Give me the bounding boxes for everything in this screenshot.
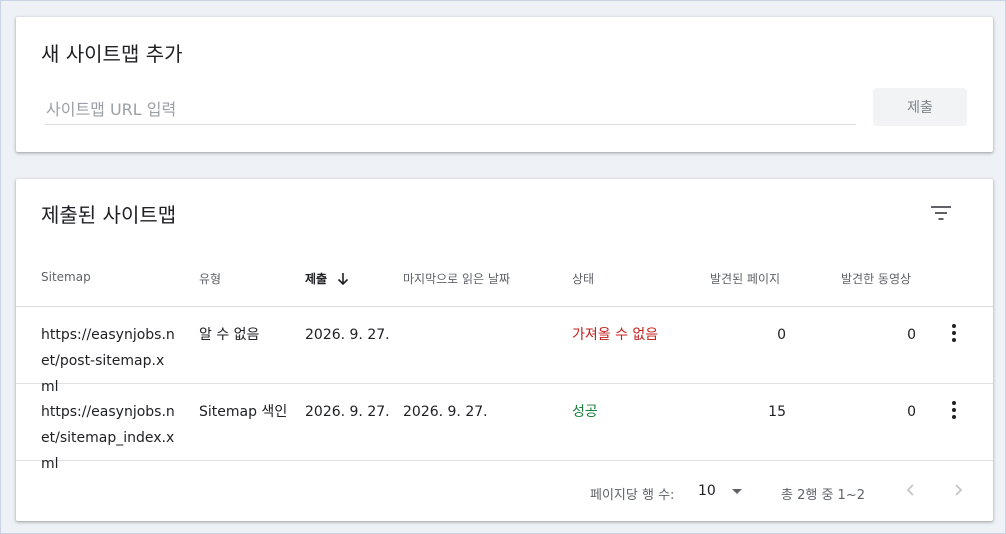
cell-type: 알 수 없음 (199, 327, 260, 343)
arrow-down-icon (337, 272, 349, 289)
submitted-sitemaps-card: 제출된 사이트맵 Sitemap 유형 제출 마지막으로 읽은 날짜 상태 발견… (16, 179, 993, 521)
pagination-range: 총 2행 중 1~2 (781, 488, 865, 503)
column-header-submitted-label: 제출 (305, 272, 328, 286)
cell-submitted: 2026. 9. 27. (305, 404, 390, 420)
submit-button[interactable]: 제출 (873, 88, 967, 126)
filter-button[interactable] (927, 199, 955, 227)
column-header-status[interactable]: 상태 (572, 270, 594, 287)
column-header-sitemap[interactable]: Sitemap (41, 270, 91, 284)
pagination: 페이지당 행 수: 10 총 2행 중 1~2 (16, 461, 993, 521)
column-header-discovered-videos[interactable]: 발견한 동영상 (841, 270, 911, 287)
rows-per-page-value: 10 (698, 483, 716, 499)
dropdown-arrow-icon (731, 488, 742, 494)
table-row[interactable]: https://easynjobs.net/sitemap_index.xml … (16, 384, 993, 472)
cell-discovered-pages: 0 (777, 327, 786, 343)
sitemaps-table: Sitemap 유형 제출 마지막으로 읽은 날짜 상태 발견된 페이지 발견한… (16, 251, 993, 521)
cell-status: 가져올 수 없음 (572, 327, 659, 343)
cell-last-read: 2026. 9. 27. (403, 404, 488, 420)
submitted-sitemaps-title: 제출된 사이트맵 (41, 203, 177, 227)
more-vert-icon (952, 401, 956, 419)
column-header-last-read[interactable]: 마지막으로 읽은 날짜 (403, 270, 510, 287)
chevron-right-icon (955, 484, 963, 496)
add-sitemap-title: 새 사이트맵 추가 (41, 42, 183, 66)
cell-discovered-videos: 0 (907, 404, 916, 420)
cell-type: Sitemap 색인 (199, 404, 288, 420)
chevron-left-icon (906, 484, 914, 496)
cell-submitted: 2026. 9. 27. (305, 327, 390, 343)
sitemap-url-input[interactable] (45, 99, 856, 125)
column-header-type[interactable]: 유형 (199, 270, 221, 287)
more-vert-icon (952, 324, 956, 342)
page-frame: 새 사이트맵 추가 제출 제출된 사이트맵 Sitemap 유형 제출 마지막으… (0, 0, 1006, 534)
cell-discovered-pages: 15 (768, 404, 786, 420)
row-menu-button[interactable] (942, 398, 966, 422)
table-header: Sitemap 유형 제출 마지막으로 읽은 날짜 상태 발견된 페이지 발견한… (16, 251, 993, 307)
next-page-button[interactable] (947, 478, 971, 502)
add-sitemap-card: 새 사이트맵 추가 제출 (16, 17, 993, 152)
rows-per-page-label: 페이지당 행 수: (590, 488, 675, 503)
table-row[interactable]: https://easynjobs.net/post-sitemap.xml 알… (16, 307, 993, 395)
rows-per-page-select[interactable]: 10 (698, 479, 742, 503)
column-header-submitted[interactable]: 제출 (305, 270, 349, 289)
row-menu-button[interactable] (942, 321, 966, 345)
column-header-discovered-pages[interactable]: 발견된 페이지 (710, 270, 780, 287)
previous-page-button[interactable] (898, 478, 922, 502)
filter-icon (931, 206, 951, 220)
cell-status: 성공 (572, 404, 598, 420)
cell-discovered-videos: 0 (907, 327, 916, 343)
